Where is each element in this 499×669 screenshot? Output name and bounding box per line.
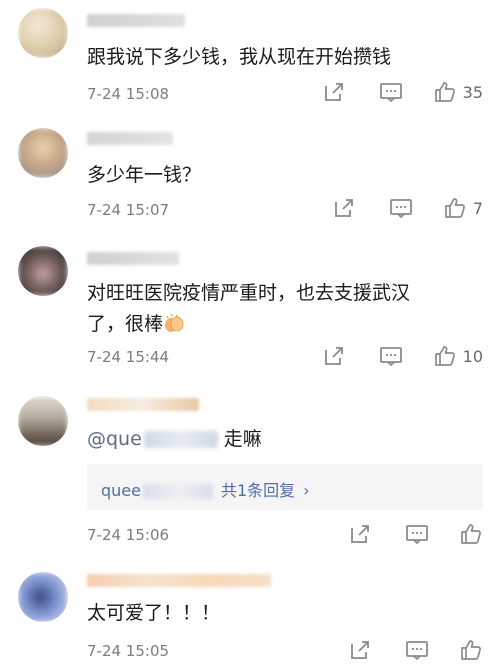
repost-button[interactable] bbox=[349, 639, 371, 661]
reply-preview[interactable]: quee 共1条回复 › bbox=[101, 477, 310, 501]
mention-username-blurred bbox=[143, 431, 218, 448]
comment-text: @que 走嘛 bbox=[87, 424, 487, 455]
comment-text: 多少年一钱？ bbox=[87, 164, 202, 186]
comment-text-line: 了，很棒 bbox=[87, 309, 487, 340]
comment-icon bbox=[406, 641, 428, 661]
view-replies-link[interactable]: 共1条回复 bbox=[221, 481, 295, 500]
like-button[interactable] bbox=[459, 638, 483, 662]
repost-button[interactable] bbox=[333, 197, 355, 219]
thumbs-up-icon bbox=[461, 524, 481, 544]
username-blurred[interactable] bbox=[87, 398, 199, 411]
comment-text: 太可爱了！！！ bbox=[87, 602, 221, 624]
comment-icon bbox=[406, 525, 428, 545]
comment-actions bbox=[349, 638, 483, 662]
username-blurred[interactable] bbox=[87, 14, 185, 27]
avatar[interactable] bbox=[18, 572, 68, 622]
like-button[interactable]: 7 bbox=[443, 196, 483, 220]
comment-icon bbox=[389, 199, 412, 219]
repost-icon bbox=[334, 199, 353, 217]
repost-button[interactable] bbox=[349, 523, 371, 545]
avatar[interactable] bbox=[18, 128, 68, 178]
comment-text: 对旺旺医院疫情严重时，也去支援武汉 了，很棒 bbox=[87, 278, 487, 340]
like-count: 35 bbox=[462, 82, 483, 102]
comment-time: 7-24 15:05 bbox=[87, 642, 170, 660]
comment-time: 7-24 15:44 bbox=[87, 348, 170, 366]
username-blurred[interactable] bbox=[87, 574, 271, 587]
reply-preview-box[interactable]: quee 共1条回复 › bbox=[87, 464, 483, 510]
comment-time: 7-24 15:07 bbox=[87, 201, 170, 219]
username-blurred[interactable] bbox=[87, 252, 179, 265]
thumbs-up-icon bbox=[444, 198, 465, 218]
repost-icon bbox=[351, 641, 369, 659]
comment-item: 太可爱了！！！ 7-24 15:05 bbox=[0, 560, 499, 669]
comment-actions: 35 bbox=[323, 80, 483, 104]
repost-button[interactable] bbox=[323, 81, 345, 103]
avatar[interactable] bbox=[18, 8, 68, 58]
comment-text-line: 对旺旺医院疫情严重时，也去支援武汉 bbox=[87, 282, 411, 304]
avatar[interactable] bbox=[18, 396, 68, 446]
username-blurred[interactable] bbox=[87, 132, 173, 145]
comment-item: 跟我说下多少钱，我从现在开始攒钱 7-24 15:08 35 bbox=[0, 0, 499, 118]
comment-actions bbox=[349, 522, 483, 546]
comment-time: 7-24 15:08 bbox=[87, 85, 170, 103]
comment-time: 7-24 15:06 bbox=[87, 526, 170, 544]
chevron-right-icon: › bbox=[303, 481, 310, 500]
thumbs-up-icon bbox=[434, 346, 455, 366]
like-count: 10 bbox=[462, 346, 483, 366]
comment-icon bbox=[379, 347, 402, 367]
mention-link[interactable]: @que bbox=[87, 428, 142, 450]
repost-icon bbox=[351, 525, 369, 543]
repost-button[interactable] bbox=[323, 345, 345, 367]
thumbs-up-icon bbox=[434, 82, 455, 102]
repost-icon bbox=[324, 83, 343, 101]
comment-button[interactable] bbox=[389, 197, 413, 219]
comment-button[interactable] bbox=[379, 81, 403, 103]
comment-button[interactable] bbox=[379, 345, 403, 367]
comment-item: 多少年一钱？ 7-24 15:07 7 bbox=[0, 118, 499, 236]
like-button[interactable] bbox=[459, 522, 483, 546]
reply-username-blurred bbox=[142, 484, 213, 499]
avatar[interactable] bbox=[18, 246, 68, 296]
clapping-hands-emoji-icon bbox=[165, 314, 184, 332]
repost-icon bbox=[324, 347, 343, 365]
comment-text-fragment: 了，很棒 bbox=[87, 313, 164, 335]
comment-button[interactable] bbox=[405, 639, 429, 661]
comment-actions: 7 bbox=[333, 196, 483, 220]
comment-text: 跟我说下多少钱，我从现在开始攒钱 bbox=[87, 46, 392, 68]
comment-button[interactable] bbox=[405, 523, 429, 545]
comment-icon bbox=[379, 83, 402, 103]
like-button[interactable]: 35 bbox=[433, 80, 483, 104]
comment-text-fragment: 走嘛 bbox=[223, 428, 262, 450]
comment-item: 对旺旺医院疫情严重时，也去支援武汉 了，很棒 7-24 15:44 10 bbox=[0, 236, 499, 384]
like-count: 7 bbox=[472, 198, 483, 218]
reply-username[interactable]: quee bbox=[101, 481, 141, 500]
like-button[interactable]: 10 bbox=[433, 344, 483, 368]
comment-actions: 10 bbox=[323, 344, 483, 368]
thumbs-up-icon bbox=[461, 640, 481, 660]
comment-item: @que 走嘛 quee 共1条回复 › 7-24 15:06 bbox=[0, 384, 499, 560]
